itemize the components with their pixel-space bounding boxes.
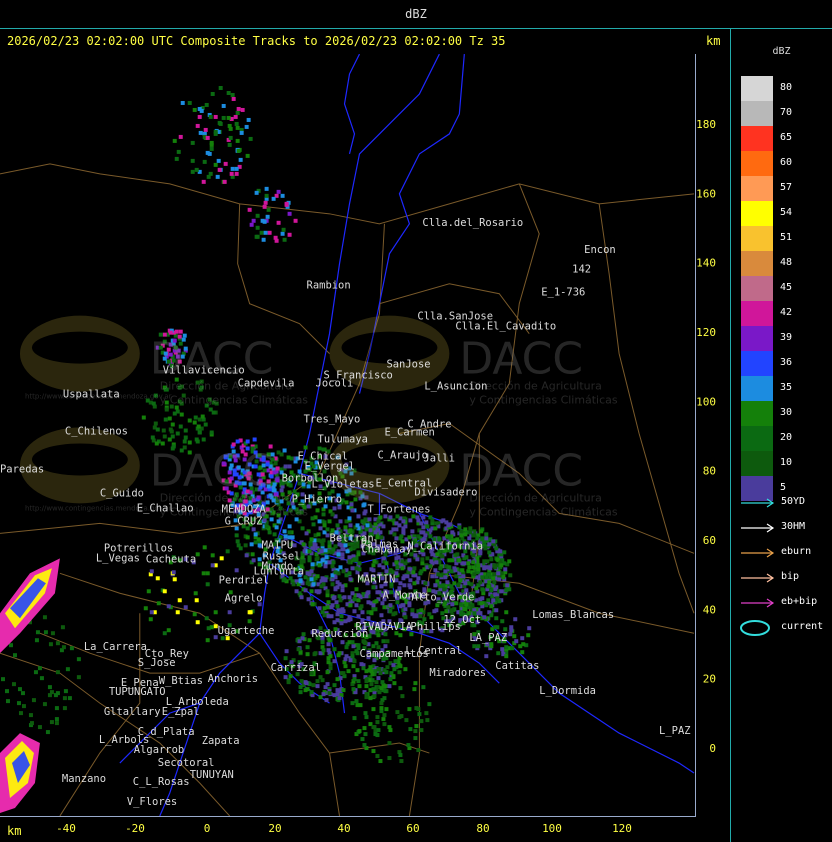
x-tick-label: 20 [268,822,281,835]
y-tick-label: 80 [703,465,716,478]
legend-level-label: 30 [780,407,793,418]
legend-level-label: 70 [780,107,793,118]
x-tick-label: 40 [337,822,350,835]
legend-swatch [741,176,773,201]
legend-level-label: 54 [780,207,793,218]
x-tick-label: 0 [204,822,211,835]
legend-swatch [741,76,773,101]
legend-level-label: 48 [780,257,793,268]
legend-level-label: 57 [780,182,793,193]
x-tick-label: -40 [56,822,76,835]
track-legend-label: 30HM [781,521,806,532]
y-tick-label: 20 [703,673,716,686]
arrow-icon [741,523,775,533]
legend-swatch [741,126,773,151]
legend-swatch [741,251,773,276]
track-legend-item: bip [731,569,832,589]
y-tick-label: 0 [709,742,716,755]
arrow-icon [741,598,775,608]
legend-swatch [741,151,773,176]
x-tick-label: 60 [406,822,419,835]
legend-level-label: 42 [780,307,793,318]
track-legend-label: eb+bip [781,596,818,607]
legend-level-label: 36 [780,357,793,368]
y-tick-label: 60 [703,534,716,547]
legend-swatch [741,426,773,451]
legend-level-label: 35 [780,382,793,393]
y-tick-label: 140 [696,257,716,270]
track-legend-item: current [731,619,832,639]
legend-level-label: 39 [780,332,793,343]
legend-level-label: 20 [780,432,793,443]
arrow-icon [741,498,775,508]
arrow-icon [741,548,775,558]
track-legend-label: current [781,621,824,632]
legend-level-label: 80 [780,82,793,93]
legend-level-label: 65 [780,132,793,143]
arrow-icon [741,573,775,583]
axis-ticks: -40 -20 0 20 40 60 80 100 120 180 160 140 120 100 80 6… [56,118,716,835]
legend-panel: dBZ 80 70 65 60 57 54 51 48 45 42 39 36 35 30 20 10 5 50… [731,28,832,842]
track-legend-label: 50YD [781,496,806,507]
y-tick-label: 40 [703,603,716,616]
legend-swatch [741,451,773,476]
track-legend-label: eburn [781,546,812,557]
track-legend-item: 30HM [731,519,832,539]
legend-level-label: 51 [780,232,793,243]
y-tick-label: 120 [696,326,716,339]
x-tick-label: -20 [125,822,145,835]
track-legend-item: eb+bip [731,594,832,614]
legend-swatch [741,301,773,326]
x-tick-label: 80 [476,822,489,835]
legend-level-label: 45 [780,282,793,293]
track-legend-item: 50YD [731,494,832,514]
x-tick-label: 120 [612,822,632,835]
legend-swatch [741,201,773,226]
window-title: dBZ [0,0,832,29]
legend-level-label: 5 [780,482,787,493]
legend-swatch [741,101,773,126]
legend-swatch [741,276,773,301]
legend-swatch [741,401,773,426]
legend-title: dBZ [772,46,791,57]
legend-swatch [741,326,773,351]
legend-level-label: 60 [780,157,793,168]
y-tick-label: 160 [696,187,716,200]
legend-swatch [741,351,773,376]
y-tick-label: 180 [696,118,716,131]
track-legend-label: bip [781,571,800,582]
ellipse-icon [740,620,770,636]
legend-swatch [741,226,773,251]
track-legend-item: eburn [731,544,832,564]
x-tick-label: 100 [542,822,562,835]
legend-level-label: 10 [780,457,793,468]
legend-swatch [741,376,773,401]
y-tick-label: 100 [696,395,716,408]
